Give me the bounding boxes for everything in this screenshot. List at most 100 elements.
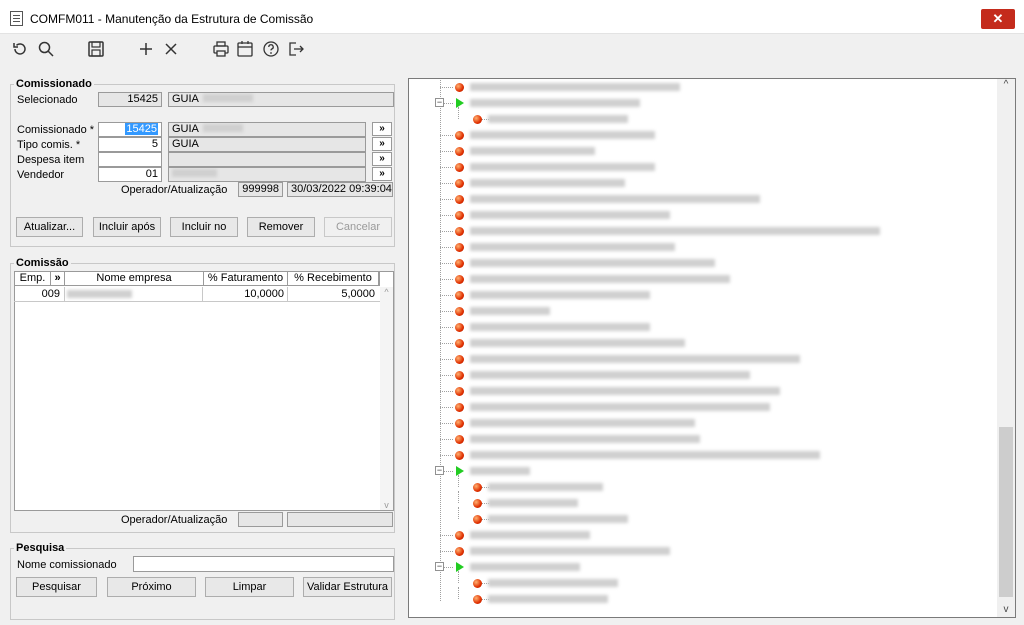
comissionado-code-input[interactable]: 15425	[98, 122, 162, 137]
col-emp[interactable]: Emp.	[15, 272, 51, 285]
tree-node-label[interactable]	[470, 387, 780, 395]
comissao-grid-header: Emp. » Nome empresa % Faturamento % Rece…	[14, 271, 380, 286]
tree-node-label[interactable]	[470, 371, 750, 379]
scroll-thumb[interactable]	[999, 427, 1013, 597]
tree-node-label[interactable]	[470, 275, 730, 283]
tree-node-icon	[473, 115, 482, 124]
tree-node-icon	[455, 211, 464, 220]
tree-node-label[interactable]	[488, 115, 628, 123]
tree-node-label[interactable]	[470, 243, 675, 251]
save-icon[interactable]	[85, 38, 107, 60]
comissao-scrollbar[interactable]: ^ v	[380, 287, 393, 510]
tree-node-label[interactable]	[470, 211, 670, 219]
proximo-button[interactable]: Próximo	[107, 577, 196, 597]
tree-node-label[interactable]	[470, 435, 700, 443]
validar-estrutura-button[interactable]: Validar Estrutura	[303, 577, 392, 597]
tree-node-label[interactable]	[470, 307, 550, 315]
col-lookup[interactable]: »	[51, 272, 65, 285]
pesquisa-group-title: Pesquisa	[14, 542, 67, 554]
close-button[interactable]: ✕	[981, 9, 1015, 29]
comissionado-lookup-button[interactable]: »	[372, 122, 392, 136]
tree-node-icon	[455, 83, 464, 92]
tree-line	[440, 231, 453, 232]
tree-node-label[interactable]	[470, 547, 670, 555]
limpar-button[interactable]: Limpar	[205, 577, 294, 597]
col-faturamento[interactable]: % Faturamento	[204, 272, 288, 285]
tree-node-label[interactable]	[488, 579, 618, 587]
tree-node-label[interactable]	[470, 99, 640, 107]
app-icon	[10, 11, 23, 26]
scroll-up-icon[interactable]: ^	[997, 79, 1015, 90]
add-icon[interactable]	[135, 38, 157, 60]
calendar-icon[interactable]	[234, 38, 256, 60]
comissao-grid[interactable]	[14, 271, 394, 511]
tree-node-label[interactable]	[470, 227, 880, 235]
tree-node-label[interactable]	[470, 259, 715, 267]
tree-node-label[interactable]	[470, 131, 655, 139]
help-icon[interactable]	[260, 38, 282, 60]
delete-icon[interactable]	[160, 38, 182, 60]
tree-node-label[interactable]	[488, 483, 603, 491]
tree-node-label[interactable]	[470, 323, 650, 331]
cancelar-button[interactable]: Cancelar	[324, 217, 392, 237]
refresh-icon[interactable]	[9, 38, 31, 60]
print-icon[interactable]	[210, 38, 232, 60]
comissionado-name-text: GUIA	[172, 123, 199, 135]
tree-node-label[interactable]	[470, 355, 800, 363]
tree-node-label[interactable]	[470, 291, 650, 299]
scroll-down-icon[interactable]: v	[380, 500, 393, 510]
tree-expander-icon[interactable]: −	[435, 466, 444, 475]
tree-node-label[interactable]	[488, 499, 578, 507]
tree-node-label[interactable]	[470, 451, 820, 459]
scroll-down-icon[interactable]: v	[997, 604, 1015, 615]
tree-node-label[interactable]	[470, 147, 595, 155]
tree-node-label[interactable]	[470, 179, 625, 187]
tree-node-label[interactable]	[470, 403, 770, 411]
tree-node-label[interactable]	[470, 563, 580, 571]
despesa-item-lookup-button[interactable]: »	[372, 152, 392, 166]
tree-line	[440, 80, 441, 601]
exit-icon[interactable]	[285, 38, 307, 60]
tree-line	[458, 587, 459, 599]
selecionado-name-text: GUIA	[172, 93, 199, 105]
tree-line	[440, 551, 453, 552]
tree-node-label[interactable]	[488, 595, 608, 603]
tree-line	[440, 407, 453, 408]
tipo-comis-input[interactable]: 5	[98, 137, 162, 152]
nome-comissionado-label: Nome comissionado	[17, 559, 117, 571]
tree-node-label[interactable]	[470, 195, 760, 203]
tree-node-label[interactable]	[470, 467, 530, 475]
atualizar-button[interactable]: Atualizar...	[16, 217, 83, 237]
col-nome-empresa[interactable]: Nome empresa	[65, 272, 204, 285]
tree-node-label[interactable]	[470, 419, 695, 427]
tree-node-label[interactable]	[470, 83, 680, 91]
window-title: COMFM011 - Manutenção da Estrutura de Co…	[30, 12, 314, 26]
pesquisar-button[interactable]: Pesquisar	[16, 577, 97, 597]
tree-node-icon	[455, 371, 464, 380]
tree-line	[440, 439, 453, 440]
tree-expander-icon[interactable]: −	[435, 98, 444, 107]
redacted-text	[67, 290, 132, 298]
tree-node-label[interactable]	[488, 515, 628, 523]
vendedor-input[interactable]: 01	[98, 167, 162, 182]
despesa-item-input[interactable]	[98, 152, 162, 167]
search-icon[interactable]	[35, 38, 57, 60]
scroll-up-icon[interactable]: ^	[380, 287, 393, 297]
remover-button[interactable]: Remover	[247, 217, 315, 237]
col-recebimento[interactable]: % Recebimento	[288, 272, 379, 285]
tree-scrollbar[interactable]: ^ v	[997, 79, 1015, 617]
incluir-apos-button[interactable]: Incluir após	[93, 217, 161, 237]
tree-node-label[interactable]	[470, 163, 655, 171]
tree-node-icon	[455, 451, 464, 460]
cell-faturamento: 10,0000	[244, 288, 284, 300]
tipo-comis-lookup-button[interactable]: »	[372, 137, 392, 151]
table-row[interactable]: 009 10,0000 5,0000	[14, 287, 380, 302]
incluir-no-button[interactable]: Incluir no	[170, 217, 238, 237]
nome-comissionado-input[interactable]	[133, 556, 394, 572]
tree-expander-icon[interactable]: −	[435, 562, 444, 571]
vendedor-lookup-button[interactable]: »	[372, 167, 392, 181]
tree-line	[440, 311, 453, 312]
tree-node-label[interactable]	[470, 531, 590, 539]
tree-node-label[interactable]	[470, 339, 685, 347]
tree-line	[440, 327, 453, 328]
